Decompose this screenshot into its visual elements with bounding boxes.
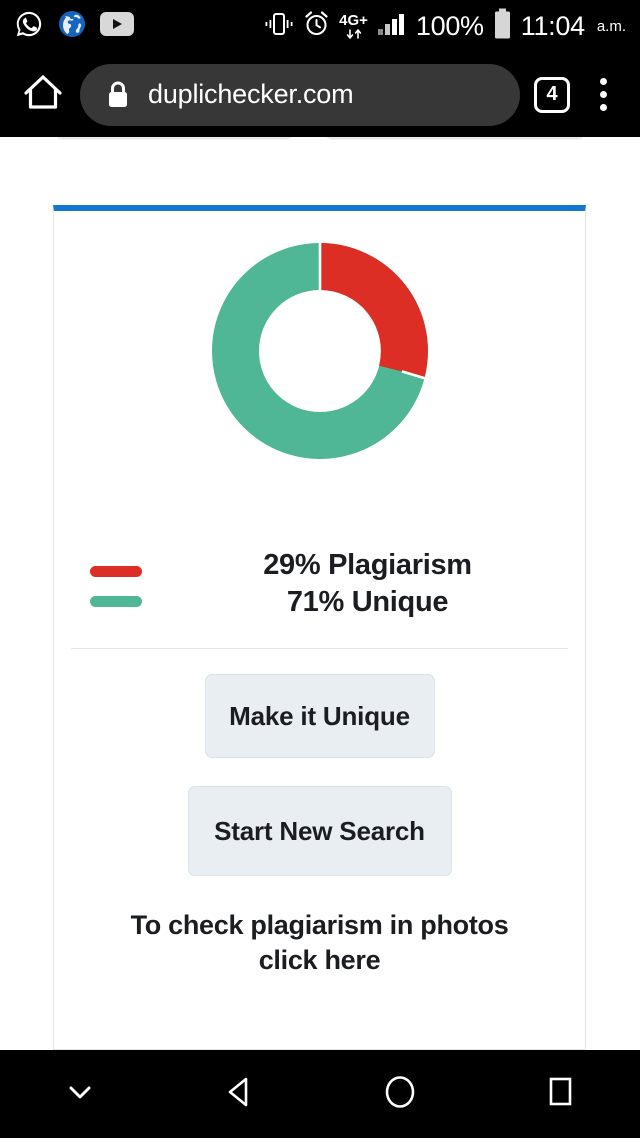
network-type-label: 4G+	[339, 11, 368, 29]
make-it-unique-button[interactable]: Make it Unique	[204, 674, 435, 759]
photo-plagiarism-link[interactable]: To check plagiarism in photos click here	[54, 876, 585, 978]
action-buttons: Make it Unique Start New Search	[54, 649, 585, 877]
start-new-search-row: Start New Search	[54, 786, 585, 877]
overflow-menu-button[interactable]	[582, 68, 624, 122]
web-page-viewport: 29% Plagiarism 71% Unique Make it Unique…	[0, 137, 640, 1050]
url-text: duplichecker.com	[148, 79, 354, 109]
globe-icon	[58, 10, 86, 43]
house-icon	[20, 69, 66, 120]
donut-svg	[211, 241, 428, 459]
clock-ampm: a.m.	[596, 17, 626, 35]
recents-square-icon	[540, 1071, 580, 1118]
url-bar[interactable]: duplichecker.com	[80, 63, 520, 126]
donut-slice-plagiarism	[318, 243, 428, 378]
tab-counter-button[interactable]: 4	[534, 76, 570, 113]
plagiarism-donut-chart	[54, 211, 585, 463]
status-system-icons: 4G+ 100% 11:04 a.m.	[264, 8, 626, 45]
android-status-bar: 4G+ 100% 11:04 a.m.	[0, 0, 640, 52]
back-button[interactable]	[160, 1050, 320, 1138]
recents-button[interactable]	[480, 1050, 640, 1138]
lock-icon	[106, 80, 130, 110]
home-button-nav[interactable]	[320, 1050, 480, 1138]
start-new-search-button[interactable]: Start New Search	[187, 786, 452, 877]
legend-label-unique: 71% Unique	[286, 585, 449, 618]
hide-keyboard-button[interactable]	[0, 1050, 160, 1138]
signal-icon	[377, 11, 407, 42]
legend-swatches	[72, 561, 190, 607]
legend-label-plagiarism: 29% Plagiarism	[263, 549, 472, 581]
photo-note-line-2: click here	[258, 945, 381, 976]
battery-icon	[493, 8, 512, 45]
menu-dot-icon	[599, 91, 607, 98]
clock-time: 11:04	[520, 10, 585, 41]
legend-swatch-unique	[90, 595, 142, 607]
start-new-search-label: Start New Search	[214, 815, 425, 846]
status-notification-icons	[14, 9, 134, 44]
make-unique-row: Make it Unique	[54, 674, 585, 759]
network-type-icon: 4G+	[339, 13, 368, 40]
plagiarism-result-card: 29% Plagiarism 71% Unique Make it Unique…	[53, 205, 586, 1050]
tab-count-label: 4	[546, 83, 558, 105]
photo-note-line-1: To check plagiarism in photos	[130, 910, 509, 941]
android-navigation-bar	[0, 1050, 640, 1138]
vibrate-icon	[264, 11, 294, 42]
partial-panel-left[interactable]	[54, 137, 294, 139]
battery-percent-label: 100%	[415, 10, 484, 41]
partial-panels-above	[0, 137, 640, 139]
chart-legend: 29% Plagiarism 71% Unique	[54, 463, 585, 620]
make-it-unique-label: Make it Unique	[229, 700, 410, 731]
back-triangle-icon	[219, 1071, 261, 1118]
browser-toolbar: duplichecker.com 4	[0, 52, 640, 137]
legend-swatch-plagiarism	[90, 565, 142, 577]
youtube-icon	[100, 11, 134, 41]
legend-labels: 29% Plagiarism 71% Unique	[190, 547, 567, 620]
whatsapp-icon	[14, 9, 44, 44]
home-button[interactable]	[16, 68, 70, 122]
partial-panel-right[interactable]	[324, 137, 586, 139]
chevron-down-icon	[60, 1072, 100, 1117]
menu-dot-icon	[599, 78, 607, 85]
alarm-icon	[303, 10, 330, 42]
menu-dot-icon	[599, 104, 607, 111]
home-circle-icon	[379, 1071, 421, 1118]
